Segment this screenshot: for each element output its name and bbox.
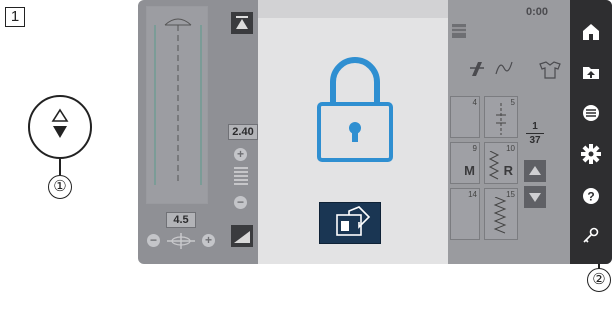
memory-button[interactable] [570,52,612,92]
popup-header [258,0,448,18]
up-down-arrow-icon [51,108,69,138]
needle-up-button[interactable] [231,12,253,34]
lock-up-down-button[interactable] [28,95,92,159]
stitch-length-value: 4.5 [166,212,196,228]
length-decrease-button[interactable]: − [147,234,160,247]
stitch-cell[interactable]: 15 [484,188,518,240]
needle-position-icon [234,231,250,243]
timer: 0:00 [526,6,549,18]
figure-number: 1 [5,7,25,27]
lock-icon [317,57,393,162]
menu-icon [583,105,599,121]
help-icon: ? [583,188,599,204]
width-increase-button[interactable]: + [234,148,247,161]
category-tabs[interactable] [468,58,568,80]
stitch-cell[interactable]: 14 [450,188,480,240]
memory-icon [583,67,599,79]
satin-stitch-glyph [493,197,507,234]
arrow-down-icon [529,193,541,202]
fraction-line [526,133,544,134]
help-button[interactable]: ? [570,176,612,216]
stitch-preview [154,18,202,185]
stitch-cell[interactable]: 9 M [450,142,480,184]
return-icon [336,206,371,236]
key-icon [583,227,599,243]
stitch-pattern-icon [452,24,466,38]
lock-key-button[interactable] [570,216,612,256]
stitch-pattern-glyph [496,103,506,135]
stitch-cell[interactable]: 4 [450,96,480,138]
page-counter: 1 37 [522,121,548,146]
stitch-cell[interactable]: 5 [484,96,518,138]
callout-1: ① [48,175,72,199]
home-icon [583,24,599,40]
menu-button[interactable] [570,93,612,133]
svg-text:?: ? [587,190,594,204]
needle-up-icon [236,16,248,29]
width-scale-icon [234,167,248,185]
arrow-up-icon [529,166,541,175]
scroll-down-button[interactable] [524,186,546,208]
decorative-category-icon [495,61,513,75]
scroll-up-button[interactable] [524,160,546,182]
callout-2: ② [587,268,611,292]
needle-position-button[interactable] [231,225,253,247]
unlock-return-button[interactable] [319,202,381,244]
page-current: 1 [532,121,538,132]
stitch-width-value: 2.40 [228,124,258,140]
length-increase-button[interactable]: + [202,234,215,247]
zigzag-glyph [488,151,500,180]
screen-lock-popup [258,0,448,264]
length-scale-icon [167,233,195,249]
garment-category-icon [539,61,561,79]
stitch-preview-panel [146,6,208,204]
page-total: 37 [529,135,541,146]
width-decrease-button[interactable]: − [234,196,247,209]
home-button[interactable] [570,12,612,52]
settings-icon [581,144,601,164]
stitch-cell[interactable]: 10 R [484,142,518,184]
settings-button[interactable] [570,134,612,174]
machine-screen: 2.40 + − 4.5 − + 0:00 4 5 9 M 10 R 14 15… [138,0,612,264]
right-navigation-bar: ? [570,0,612,264]
callout-leader-1 [59,159,61,175]
quilt-category-icon [470,62,484,76]
